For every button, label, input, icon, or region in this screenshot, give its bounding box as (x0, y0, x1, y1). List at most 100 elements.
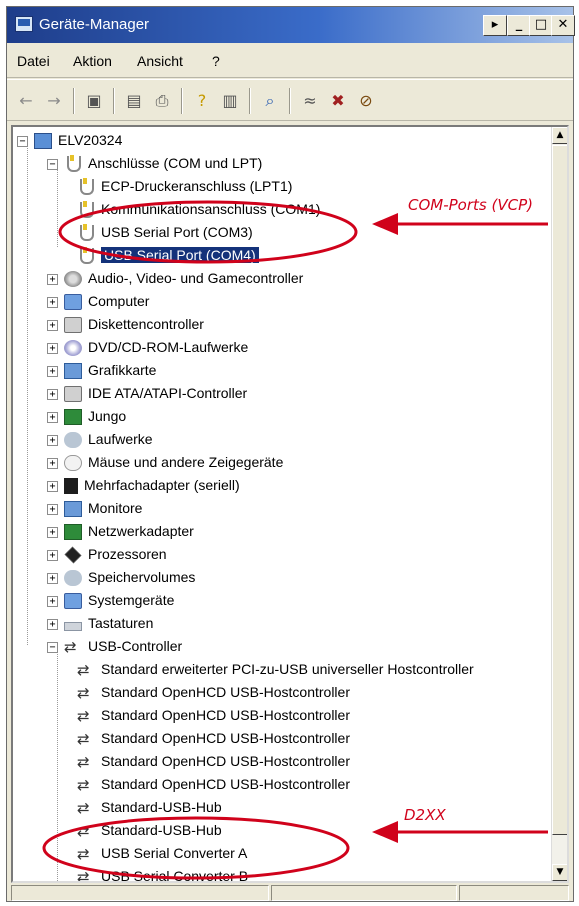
expand-icon[interactable]: + (47, 480, 58, 492)
expand-icon[interactable]: + (47, 595, 58, 607)
device-tree[interactable]: − ELV20324 − Anschlüsse (COM und LPT) ECP-… (11, 125, 569, 883)
tree-group-category[interactable]: + Grafikkarte (47, 359, 156, 381)
tree-root[interactable]: − ELV20324 (17, 129, 122, 151)
port-connector-icon (64, 155, 82, 173)
collapse-icon[interactable]: − (47, 641, 58, 653)
network-adapter-icon (64, 524, 82, 541)
expand-icon[interactable]: + (47, 365, 58, 377)
tree-item-usb[interactable]: Standard OpenHCD USB-Hostcontroller (77, 773, 350, 796)
tree-item-port-selected[interactable]: USB Serial Port (COM4) (77, 244, 259, 266)
collapse-icon[interactable]: − (47, 158, 58, 170)
window-title: Geräte-Manager (39, 16, 150, 33)
tree-item-label: Standard OpenHCD USB-Hostcontroller (101, 707, 350, 723)
expand-icon[interactable]: + (47, 618, 58, 630)
tree-group-category[interactable]: + Monitore (47, 497, 142, 519)
tree-item-label: USB Serial Port (COM4) (101, 247, 259, 263)
usb-icon (64, 636, 82, 658)
tree-item-port[interactable]: USB Serial Port (COM3) (77, 221, 253, 243)
processor-icon (64, 546, 82, 564)
minimize-button[interactable]: _ (507, 15, 531, 36)
scroll-down-button[interactable]: ▼ (552, 864, 567, 881)
tree-item-usb[interactable]: Standard OpenHCD USB-Hostcontroller (77, 750, 350, 773)
tree-group-label: Tastaturen (88, 615, 154, 631)
maximize-button[interactable]: □ (529, 15, 553, 36)
menu-help[interactable]: ? (212, 53, 220, 69)
tree-group-category[interactable]: + Computer (47, 290, 149, 312)
expand-icon[interactable]: + (47, 434, 58, 446)
uninstall-icon[interactable]: ✖ (327, 90, 349, 112)
tree-group-category[interactable]: + DVD/CD-ROM-Laufwerke (47, 336, 248, 358)
system-device-icon (64, 593, 82, 610)
tree-group-label: Jungo (88, 408, 127, 424)
tree-view-icon[interactable]: ▣ (83, 90, 105, 112)
status-bar (7, 885, 573, 901)
tree-group-category[interactable]: + Laufwerke (47, 428, 153, 450)
scan-hardware-icon[interactable]: ⌕ (259, 90, 281, 112)
expand-icon[interactable]: + (47, 296, 58, 308)
forward-arrow-icon[interactable]: → (43, 90, 65, 112)
expand-icon[interactable]: + (47, 388, 58, 400)
scroll-thumb[interactable] (552, 145, 567, 835)
tree-group-label: Systemgeräte (88, 592, 175, 608)
print-icon[interactable]: ⎙ (151, 90, 173, 112)
status-cell (459, 885, 569, 901)
expand-icon[interactable]: + (47, 319, 58, 331)
details-view-icon[interactable]: ▥ (219, 90, 241, 112)
expand-icon[interactable]: + (47, 411, 58, 423)
help-context-icon[interactable]: ▸ (483, 15, 507, 36)
menu-ansicht[interactable]: Ansicht (137, 53, 183, 69)
disable-icon[interactable]: ⊘ (355, 90, 377, 112)
tree-item-usb[interactable]: USB Serial Converter B (77, 865, 248, 881)
collapse-icon[interactable]: − (17, 135, 28, 147)
tree-group-label: DVD/CD-ROM-Laufwerke (88, 339, 249, 355)
expand-icon[interactable]: + (47, 457, 58, 469)
expand-icon[interactable]: + (47, 503, 58, 515)
vertical-scrollbar[interactable]: ▲ ▼ (551, 127, 567, 881)
tree-item-usb[interactable]: USB Serial Converter A (77, 842, 247, 865)
tree-group-category[interactable]: + Prozessoren (47, 543, 167, 565)
device-manager-window: Geräte-Manager ▸ _ □ ✕ Datei Aktion Ansi… (6, 6, 575, 902)
tree-group-category[interactable]: + Audio-, Video- und Gamecontroller (47, 267, 303, 289)
mouse-icon (64, 455, 82, 472)
tree-item-usb[interactable]: Standard OpenHCD USB-Hostcontroller (77, 704, 350, 727)
back-arrow-icon[interactable]: ← (15, 90, 37, 112)
tree-group-category[interactable]: + Mehrfachadapter (seriell) (47, 474, 240, 496)
tree-item-label: Standard erweiterter PCI-zu-USB universe… (101, 661, 474, 677)
tree-item-usb[interactable]: Standard-USB-Hub (77, 796, 222, 819)
tree-group-category[interactable]: + Diskettencontroller (47, 313, 204, 335)
tree-group-category[interactable]: + Netzwerkadapter (47, 520, 194, 542)
expand-icon[interactable]: + (47, 526, 58, 538)
tree-group-label: USB-Controller (88, 638, 183, 654)
properties-icon[interactable]: ▤ (123, 90, 145, 112)
tree-group-category[interactable]: + Tastaturen (47, 612, 153, 634)
tree-group-ports[interactable]: − Anschlüsse (COM und LPT) (47, 152, 262, 174)
tree-group-category[interactable]: + Speichervolumes (47, 566, 195, 588)
disk-drive-icon (64, 432, 82, 449)
expand-icon[interactable]: + (47, 572, 58, 584)
tree-item-port[interactable]: ECP-Druckeranschluss (LPT1) (77, 175, 292, 197)
tree-item-usb[interactable]: Standard erweiterter PCI-zu-USB universe… (77, 658, 474, 681)
update-driver-icon[interactable]: ≈ (299, 90, 321, 112)
tree-item-usb[interactable]: Standard OpenHCD USB-Hostcontroller (77, 727, 350, 750)
expand-icon[interactable]: + (47, 273, 58, 285)
tree-group-category[interactable]: + Jungo (47, 405, 126, 427)
tree-group-label: Laufwerke (88, 431, 153, 447)
tree-group-category[interactable]: + Systemgeräte (47, 589, 174, 611)
tree-group-category[interactable]: + IDE ATA/ATAPI-Controller (47, 382, 247, 404)
tree-item-port[interactable]: Kommunikationsanschluss (COM1) (77, 198, 320, 220)
tree-connector-line (57, 165, 58, 247)
tree-item-usb[interactable]: Standard-USB-Hub (77, 819, 222, 842)
help-icon[interactable]: ? (191, 90, 213, 112)
close-button[interactable]: ✕ (551, 15, 575, 36)
scroll-up-button[interactable]: ▲ (552, 127, 567, 144)
expand-icon[interactable]: + (47, 549, 58, 561)
tree-item-usb[interactable]: Standard OpenHCD USB-Hostcontroller (77, 681, 350, 704)
tree-group-usb[interactable]: − USB-Controller (47, 635, 183, 658)
expand-icon[interactable]: + (47, 342, 58, 354)
title-bar[interactable]: Geräte-Manager ▸ _ □ ✕ (7, 7, 575, 43)
com-ports-annotation: COM-Ports (VCP) (408, 196, 533, 214)
menu-aktion[interactable]: Aktion (73, 53, 112, 69)
tree-item-label: Standard OpenHCD USB-Hostcontroller (101, 753, 350, 769)
tree-group-category[interactable]: + Mäuse und andere Zeigegeräte (47, 451, 283, 473)
menu-datei[interactable]: Datei (17, 53, 50, 69)
